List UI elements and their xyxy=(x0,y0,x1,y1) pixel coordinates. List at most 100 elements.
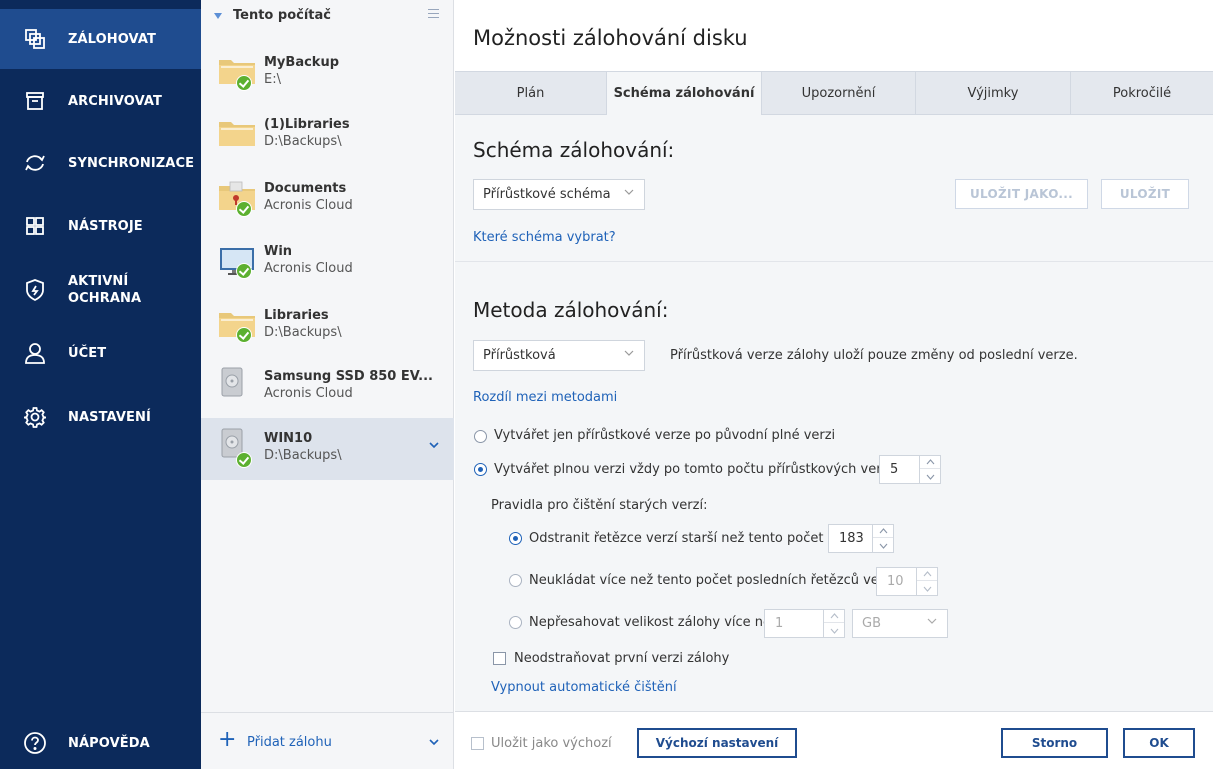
collapse-triangle-icon[interactable] xyxy=(214,13,222,19)
rule-size-stepper[interactable]: 1 xyxy=(764,609,845,638)
backup-list-title: Tento počítač xyxy=(233,8,331,23)
status-ok-icon xyxy=(236,263,252,279)
nav-item-label: ZÁLOHOVAT xyxy=(68,31,156,47)
folder-icon xyxy=(219,122,255,146)
stepper-down-icon[interactable] xyxy=(873,539,893,552)
size-unit-dropdown[interactable]: GB xyxy=(852,609,948,638)
keep-first-version-label: Neodstraňovat první verzi zálohy xyxy=(514,651,730,666)
save-default-checkbox[interactable] xyxy=(471,737,484,750)
nav-item-label: NÁSTROJE xyxy=(68,218,143,234)
backup-item-samsung-ssd[interactable]: Samsung SSD 850 EV... Acronis Cloud xyxy=(201,357,454,419)
tab-schedule[interactable]: Plán xyxy=(455,72,607,115)
backup-name: Documents xyxy=(264,181,347,196)
stepper-up-icon[interactable] xyxy=(824,610,844,623)
nav-item-account[interactable]: ÚČET xyxy=(0,323,201,383)
cancel-button[interactable]: Storno xyxy=(1001,728,1108,758)
chevron-down-icon[interactable] xyxy=(429,442,439,449)
backup-item-libraries[interactable]: Libraries D:\Backups\ xyxy=(201,297,454,359)
chevron-down-icon xyxy=(927,618,937,624)
tab-backup-scheme[interactable]: Schéma zálohování xyxy=(607,72,762,116)
backup-name: Libraries xyxy=(264,308,329,323)
keep-first-version-checkbox[interactable] xyxy=(493,652,506,665)
backup-destination: E:\ xyxy=(264,72,281,87)
list-menu-icon[interactable] xyxy=(428,9,439,21)
backup-destination: Acronis Cloud xyxy=(264,261,353,276)
backup-destination: D:\Backups\ xyxy=(264,325,342,340)
shield-icon xyxy=(22,277,48,303)
tab-advanced[interactable]: Pokročilé xyxy=(1071,72,1213,115)
backup-item-win[interactable]: Win Acronis Cloud xyxy=(201,234,454,296)
save-as-button[interactable]: ULOŽIT JAKO... xyxy=(955,179,1088,209)
nav-item-sync[interactable]: SYNCHRONIZACE xyxy=(0,133,201,193)
status-ok-icon xyxy=(236,201,252,217)
defaults-button[interactable]: Výchozí nastavení xyxy=(637,728,797,758)
backup-name: (1)Libraries xyxy=(264,117,350,132)
rule-chains-radio[interactable] xyxy=(509,574,522,587)
rule-size-radio[interactable] xyxy=(509,616,522,629)
method-difference-link[interactable]: Rozdíl mezi metodami xyxy=(473,390,617,405)
ok-button[interactable]: OK xyxy=(1123,728,1195,758)
nav-item-settings[interactable]: NASTAVENÍ xyxy=(0,387,201,447)
backup-destination: D:\Backups\ xyxy=(264,134,342,149)
nav-item-label: NÁPOVĚDA xyxy=(68,735,150,751)
stepper-down-icon[interactable] xyxy=(824,624,844,637)
backup-item-1libraries[interactable]: (1)Libraries D:\Backups\ xyxy=(201,106,454,168)
backup-name: MyBackup xyxy=(264,55,340,70)
add-backup-bar[interactable]: + Přidat zálohu xyxy=(201,712,454,769)
scheme-selected: Přírůstkové schéma xyxy=(483,187,611,202)
disable-cleanup-link[interactable]: Vypnout automatické čištění xyxy=(491,680,677,695)
options-tabs: Plán Schéma zálohování Upozornění Výjimk… xyxy=(455,71,1213,116)
method-dropdown[interactable]: Přírůstková xyxy=(473,340,645,371)
rule-chains-label: Neukládat více než tento počet posledníc… xyxy=(529,573,899,588)
incremental-only-radio[interactable] xyxy=(474,430,487,443)
rule-size-label: Nepřesahovat velikost zálohy více než xyxy=(529,615,778,630)
cleanup-rules-title: Pravidla pro čištění starých verzí: xyxy=(491,498,708,513)
nav-item-backup[interactable]: ZÁLOHOVAT xyxy=(0,9,201,69)
backup-item-mybackup[interactable]: MyBackup E:\ xyxy=(201,44,454,106)
full-after-label: Vytvářet plnou verzi vždy po tomto počtu… xyxy=(494,462,897,477)
tab-exclusions[interactable]: Výjimky xyxy=(916,72,1071,115)
method-heading: Metoda zálohování: xyxy=(473,298,669,322)
rule-days-value: 183 xyxy=(839,531,864,546)
rule-days-label: Odstranit řetězce verzí starší než tento… xyxy=(529,531,853,546)
nav-item-label: ARCHIVOVAT xyxy=(68,93,162,109)
dialog-footer: Uložit jako výchozí Výchozí nastavení St… xyxy=(455,711,1213,769)
nav-item-active-protection[interactable]: AKTIVNÍ OCHRANA xyxy=(0,260,201,320)
backup-list-panel: Tento počítač MyBackup E:\ (1)Libraries … xyxy=(201,0,454,769)
add-backup-label: Přidat zálohu xyxy=(247,735,332,750)
full-after-value: 5 xyxy=(890,462,899,477)
disk-icon xyxy=(221,367,243,397)
rule-days-radio[interactable] xyxy=(509,532,522,545)
rule-days-stepper[interactable]: 183 xyxy=(828,524,894,553)
backup-item-documents[interactable]: Documents Acronis Cloud xyxy=(201,170,454,232)
stepper-down-icon[interactable] xyxy=(917,582,937,595)
full-after-stepper[interactable]: 5 xyxy=(879,455,941,484)
status-ok-icon xyxy=(236,452,252,468)
chevron-down-icon xyxy=(624,350,634,356)
rule-chains-stepper[interactable]: 10 xyxy=(876,567,938,596)
tools-icon xyxy=(22,213,48,239)
rule-size-value: 1 xyxy=(775,616,784,631)
method-description: Přírůstková verze zálohy uloží pouze změ… xyxy=(670,348,1078,363)
incremental-only-label: Vytvářet jen přírůstkové verze po původn… xyxy=(494,428,836,443)
tab-notifications[interactable]: Upozornění xyxy=(762,72,916,115)
nav-item-help[interactable]: NÁPOVĚDA xyxy=(0,713,201,769)
options-dialog: Možnosti zálohování disku Plán Schéma zá… xyxy=(455,0,1213,769)
scheme-dropdown[interactable]: Přírůstkové schéma xyxy=(473,179,645,210)
stepper-down-icon[interactable] xyxy=(920,470,940,483)
chevron-down-icon[interactable] xyxy=(429,739,439,746)
save-button[interactable]: ULOŽIT xyxy=(1101,179,1189,209)
backup-item-win10[interactable]: WIN10 D:\Backups\ xyxy=(201,418,454,480)
nav-item-tools[interactable]: NÁSTROJE xyxy=(0,196,201,256)
which-scheme-link[interactable]: Které schéma vybrat? xyxy=(473,230,616,245)
stepper-up-icon[interactable] xyxy=(873,525,893,538)
full-after-radio[interactable] xyxy=(474,463,487,476)
stepper-up-icon[interactable] xyxy=(917,568,937,581)
main-navigation: ZÁLOHOVAT ARCHIVOVAT SYNCHRONIZACE NÁSTR… xyxy=(0,0,201,769)
stepper-up-icon[interactable] xyxy=(920,456,940,469)
nav-item-archive[interactable]: ARCHIVOVAT xyxy=(0,71,201,131)
user-icon xyxy=(22,340,48,366)
backup-destination: D:\Backups\ xyxy=(264,448,342,463)
page-title: Možnosti zálohování disku xyxy=(473,26,748,50)
rule-chains-value: 10 xyxy=(887,574,904,589)
